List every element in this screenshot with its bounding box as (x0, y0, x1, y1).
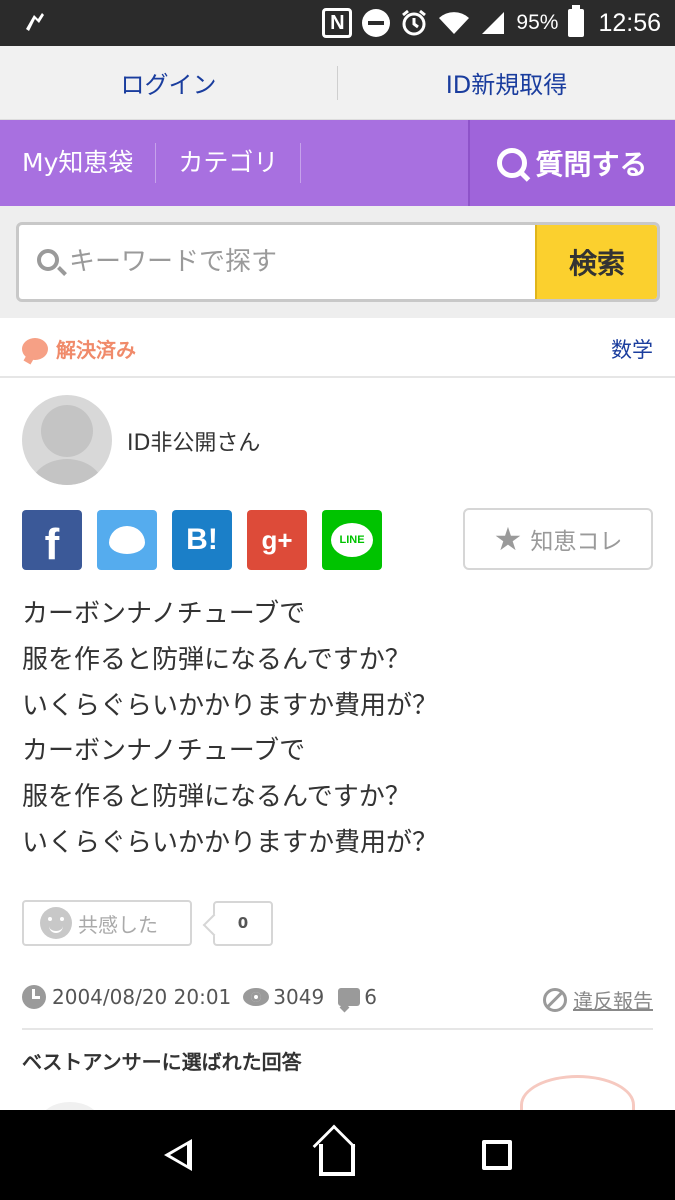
facebook-share-button[interactable]: f (22, 510, 82, 570)
line-share-button[interactable]: LINE (322, 510, 382, 570)
share-buttons: f B! g+ LINE (22, 510, 382, 570)
report-label: 違反報告 (573, 989, 653, 1013)
main-nav: My知恵袋 カテゴリ 質問する (0, 120, 675, 206)
battery-percent: 95% (516, 11, 559, 34)
home-icon[interactable] (318, 1144, 355, 1176)
hatena-icon: B! (186, 523, 218, 556)
search-input[interactable] (19, 225, 537, 299)
section-divider (22, 1028, 653, 1030)
solved-badge: 解決済み (22, 334, 136, 363)
line-icon: LINE (331, 523, 373, 557)
report-link[interactable]: 違反報告 (543, 985, 653, 1014)
do-not-disturb-icon (362, 9, 391, 37)
account-bar: ログイン ID新規取得 (0, 46, 675, 120)
speech-bubble-icon (22, 337, 48, 360)
clock-icon (22, 985, 46, 1009)
chie-collection-button[interactable]: ★ 知恵コレ (463, 508, 653, 570)
smile-icon (40, 907, 72, 939)
alarm-icon (402, 9, 427, 36)
search-box: 検索 (16, 222, 660, 302)
ask-question-button[interactable]: 質問する (468, 120, 675, 206)
twitter-share-button[interactable] (97, 510, 157, 570)
empathy-button[interactable]: 共感した (22, 900, 192, 946)
best-answer-heading: ベストアンサーに選ばれた回答 (22, 1050, 302, 1074)
login-link[interactable]: ログイン (0, 65, 337, 100)
category-link[interactable]: 数学 (611, 334, 653, 364)
twitter-icon (109, 526, 145, 554)
prohibited-icon (543, 987, 567, 1012)
recent-apps-icon[interactable] (481, 1140, 512, 1170)
view-count: 3049 (273, 985, 325, 1009)
clock-time: 12:56 (598, 8, 661, 37)
empathy-label: 共感した (78, 912, 158, 937)
notification-icon (26, 13, 44, 31)
chie-collection-label: 知恵コレ (530, 529, 623, 555)
user-name: ID非公開さん (127, 431, 261, 456)
answer-count: 6 (364, 985, 377, 1009)
question-meta: 2004/08/20 20:01 3049 6 (22, 985, 377, 1009)
empathy-count: 0 (213, 901, 273, 946)
solved-label: 解決済み (56, 338, 136, 362)
star-icon: ★ (493, 520, 523, 558)
signal-icon (482, 12, 505, 34)
google-plus-share-button[interactable]: g+ (247, 510, 307, 570)
register-link[interactable]: ID新規取得 (338, 65, 675, 100)
nav-my-chiebukuro[interactable]: My知恵袋 (0, 143, 157, 183)
ask-question-label: 質問する (535, 148, 648, 181)
hatena-bookmark-button[interactable]: B! (172, 510, 232, 570)
google-plus-icon: g+ (261, 524, 293, 555)
wifi-icon (439, 12, 470, 35)
nfc-icon: N (322, 8, 353, 38)
question-body: カーボンナノチューブで 服を作ると防弾になるんですか？ いくらぐらいかかりますか… (22, 599, 439, 858)
question-status-row: 解決済み 数学 (0, 318, 675, 378)
status-bar: N 95% 12:56 (0, 0, 675, 46)
views-icon (243, 988, 270, 1006)
avatar (22, 395, 112, 485)
search-button[interactable]: 検索 (535, 225, 657, 299)
answers-icon (338, 988, 361, 1006)
question-icon (497, 148, 528, 178)
nav-category[interactable]: カテゴリ (156, 143, 302, 183)
search-area: 検索 (0, 206, 675, 318)
system-nav-bar (0, 1110, 675, 1200)
back-icon[interactable] (163, 1139, 192, 1171)
facebook-icon: f (44, 520, 60, 569)
battery-icon (568, 5, 585, 37)
posted-datetime: 2004/08/20 20:01 (52, 985, 232, 1009)
